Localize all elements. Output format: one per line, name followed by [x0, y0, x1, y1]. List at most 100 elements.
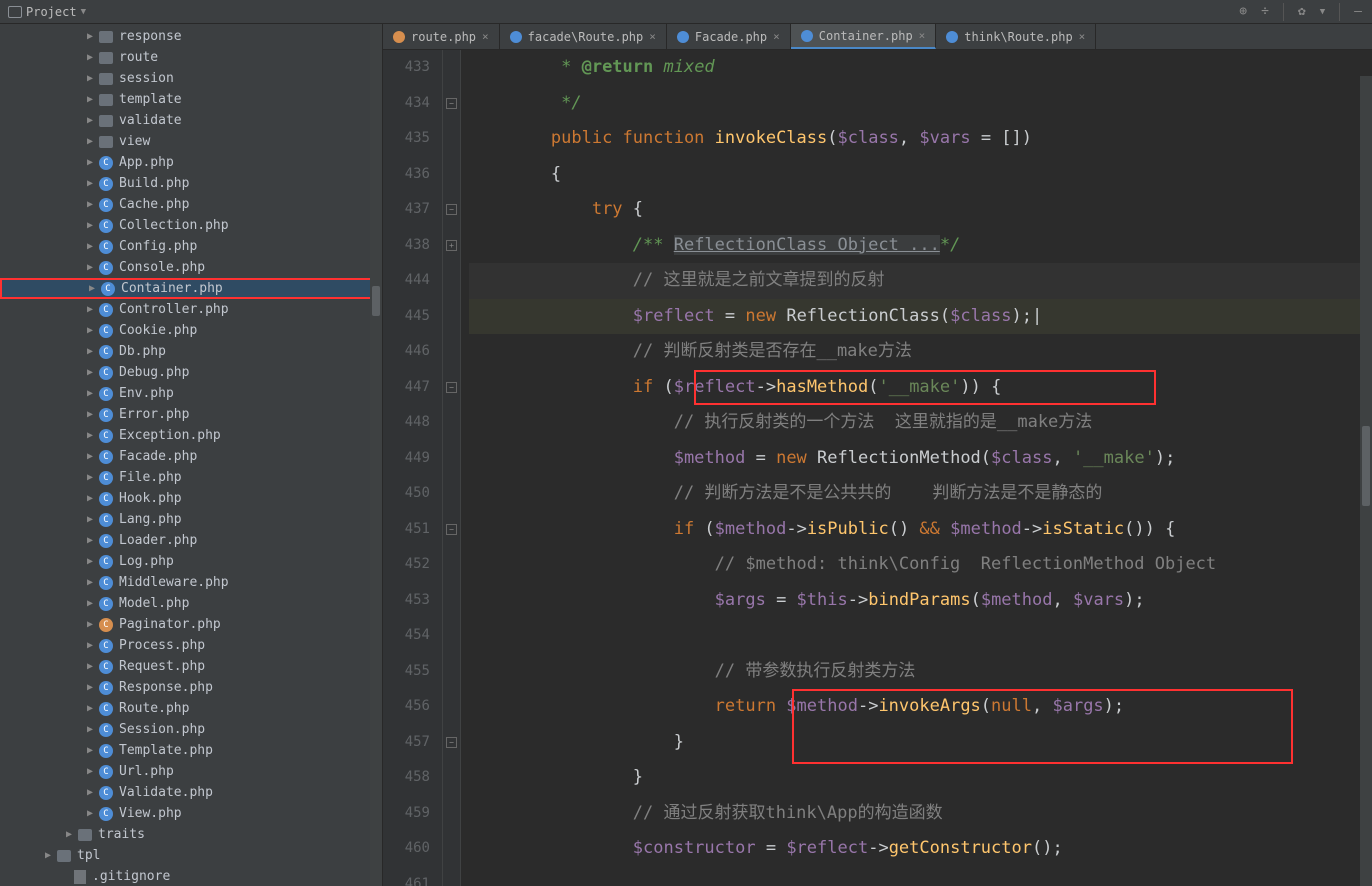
tree-item[interactable]: ▶route	[0, 47, 382, 68]
tree-item[interactable]: ▶Db.php	[0, 341, 382, 362]
editor-scrollbar[interactable]	[1360, 76, 1372, 886]
tree-item[interactable]: ▶Console.php	[0, 257, 382, 278]
editor-tab[interactable]: route.php×	[383, 24, 500, 49]
editor-tab[interactable]: Facade.php×	[667, 24, 791, 49]
expand-icon[interactable]: ▶	[85, 262, 95, 273]
fold-column[interactable]: −−+−−−	[443, 50, 461, 886]
tree-item[interactable]: ▶Collection.php	[0, 215, 382, 236]
expand-icon[interactable]: ▶	[85, 451, 95, 462]
code-editor[interactable]: * @return mixed */ public function invok…	[461, 50, 1372, 886]
expand-icon[interactable]: ▶	[85, 640, 95, 651]
code-line[interactable]: // 判断反射类是否存在__make方法	[469, 334, 1372, 370]
expand-icon[interactable]: ▶	[85, 115, 95, 126]
tree-item[interactable]: ▶traits	[0, 824, 382, 845]
tree-item[interactable]: ▶Validate.php	[0, 782, 382, 803]
expand-icon[interactable]: ▶	[85, 409, 95, 420]
code-line[interactable]	[469, 618, 1372, 654]
code-line[interactable]: * @return mixed	[469, 50, 1372, 86]
sidebar-scrollbar[interactable]	[370, 24, 382, 886]
close-icon[interactable]: ×	[1079, 30, 1086, 43]
fold-toggle-icon[interactable]: −	[446, 737, 457, 748]
tree-item[interactable]: ▶template	[0, 89, 382, 110]
close-icon[interactable]: ×	[482, 30, 489, 43]
close-icon[interactable]: ×	[919, 29, 926, 42]
code-line[interactable]: */	[469, 86, 1372, 122]
tree-item[interactable]: ▶Env.php	[0, 383, 382, 404]
fold-toggle-icon[interactable]: −	[446, 382, 457, 393]
fold-toggle-icon[interactable]: −	[446, 204, 457, 215]
code-line[interactable]: {	[469, 157, 1372, 193]
scroll-from-source-icon[interactable]: ⊕	[1239, 4, 1247, 19]
tree-item[interactable]: ▶Middleware.php	[0, 572, 382, 593]
tree-item[interactable]: ▶response	[0, 26, 382, 47]
tree-item[interactable]: ▶view	[0, 131, 382, 152]
expand-icon[interactable]: ▶	[85, 703, 95, 714]
tree-item[interactable]: ▶tpl	[0, 845, 382, 866]
tree-item[interactable]: .gitignore	[0, 866, 382, 886]
tree-item[interactable]: ▶Url.php	[0, 761, 382, 782]
expand-icon[interactable]: ▶	[85, 787, 95, 798]
fold-toggle-icon[interactable]: −	[446, 98, 457, 109]
code-line[interactable]: try {	[469, 192, 1372, 228]
expand-icon[interactable]: ▶	[85, 808, 95, 819]
editor-tab[interactable]: Container.php×	[791, 24, 937, 49]
expand-icon[interactable]: ▶	[85, 241, 95, 252]
expand-icon[interactable]: ▶	[43, 850, 53, 861]
expand-icon[interactable]: ▶	[85, 514, 95, 525]
code-line[interactable]: // 执行反射类的一个方法 这里就指的是__make方法	[469, 405, 1372, 441]
tree-item[interactable]: ▶App.php	[0, 152, 382, 173]
code-line[interactable]: }	[469, 760, 1372, 796]
expand-icon[interactable]: ▶	[85, 136, 95, 147]
expand-icon[interactable]: ▶	[85, 220, 95, 231]
tree-item[interactable]: ▶Model.php	[0, 593, 382, 614]
tree-item[interactable]: ▶Hook.php	[0, 488, 382, 509]
expand-icon[interactable]: ▶	[85, 535, 95, 546]
fold-toggle-icon[interactable]: −	[446, 524, 457, 535]
expand-icon[interactable]: ▶	[85, 157, 95, 168]
expand-icon[interactable]: ▶	[85, 745, 95, 756]
code-line[interactable]: $args = $this->bindParams($method, $vars…	[469, 583, 1372, 619]
expand-icon[interactable]: ▶	[85, 73, 95, 84]
expand-icon[interactable]: ▶	[85, 724, 95, 735]
tree-item[interactable]: ▶View.php	[0, 803, 382, 824]
expand-icon[interactable]: ▶	[85, 199, 95, 210]
expand-icon[interactable]: ▶	[85, 346, 95, 357]
expand-icon[interactable]: ▶	[85, 661, 95, 672]
expand-icon[interactable]: ▶	[85, 619, 95, 630]
expand-icon[interactable]: ▶	[85, 388, 95, 399]
collapse-all-icon[interactable]: ÷	[1261, 4, 1269, 19]
code-line[interactable]: }	[469, 725, 1372, 761]
tree-item[interactable]: ▶Loader.php	[0, 530, 382, 551]
code-line[interactable]: if ($method->isPublic() && $method->isSt…	[469, 512, 1372, 548]
code-line[interactable]: /** ReflectionClass Object ...*/	[469, 228, 1372, 264]
expand-icon[interactable]: ▶	[85, 94, 95, 105]
tree-item[interactable]: ▶Cache.php	[0, 194, 382, 215]
tree-item[interactable]: ▶Config.php	[0, 236, 382, 257]
code-line[interactable]: public function invokeClass($class, $var…	[469, 121, 1372, 157]
expand-icon[interactable]: ▶	[85, 766, 95, 777]
code-line[interactable]: // 判断方法是不是公共共的 判断方法是不是静态的	[469, 476, 1372, 512]
tree-item[interactable]: ▶Exception.php	[0, 425, 382, 446]
expand-icon[interactable]: ▶	[85, 493, 95, 504]
tree-item[interactable]: ▶Request.php	[0, 656, 382, 677]
code-line[interactable]: if ($reflect->hasMethod('__make')) {	[469, 370, 1372, 406]
tree-item[interactable]: ▶Facade.php	[0, 446, 382, 467]
close-icon[interactable]: ×	[649, 30, 656, 43]
scrollbar-thumb[interactable]	[1362, 426, 1370, 506]
expand-icon[interactable]: ▶	[85, 682, 95, 693]
editor-tab[interactable]: think\Route.php×	[936, 24, 1096, 49]
code-line[interactable]: // 带参数执行反射类方法	[469, 654, 1372, 690]
expand-icon[interactable]: ▶	[85, 598, 95, 609]
tree-item[interactable]: ▶Response.php	[0, 677, 382, 698]
code-line[interactable]: return $method->invokeArgs(null, $args);	[469, 689, 1372, 725]
project-tool-button[interactable]: Project ▼	[0, 5, 94, 19]
code-line[interactable]: $reflect = new ReflectionClass($class);|	[469, 299, 1372, 335]
expand-icon[interactable]: ▶	[64, 829, 74, 840]
expand-icon[interactable]: ▶	[85, 52, 95, 63]
code-line[interactable]: // 通过反射获取think\App的构造函数	[469, 796, 1372, 832]
expand-icon[interactable]: ▶	[85, 577, 95, 588]
hide-icon[interactable]: —	[1354, 4, 1362, 19]
tree-item[interactable]: ▶Debug.php	[0, 362, 382, 383]
code-line[interactable]: // $method: think\Config ReflectionMetho…	[469, 547, 1372, 583]
tree-item[interactable]: ▶Build.php	[0, 173, 382, 194]
